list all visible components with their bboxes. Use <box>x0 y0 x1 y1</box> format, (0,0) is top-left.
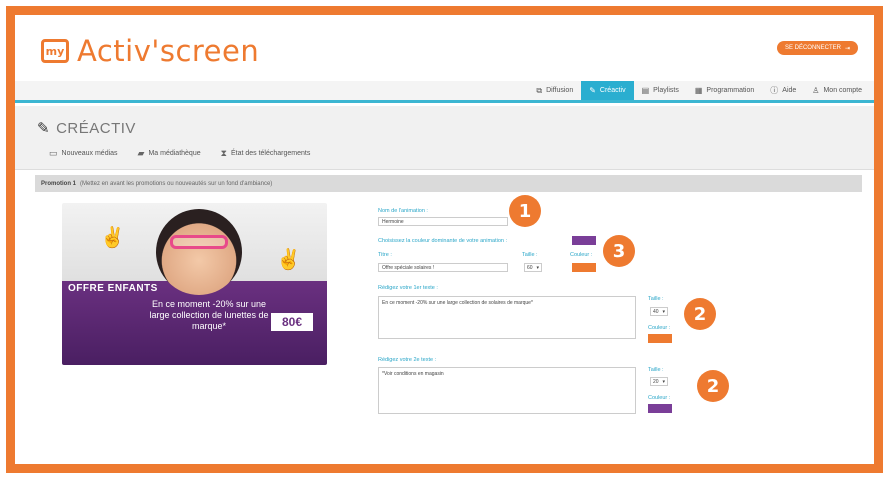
text1-color-swatch[interactable] <box>648 334 672 343</box>
title-label: Titre : <box>378 252 392 258</box>
text2-size-select[interactable]: 20 ▾ <box>650 377 668 386</box>
size-value: 40 <box>653 308 659 315</box>
page-title: ✎ CRÉACTIV <box>37 119 136 138</box>
promo-description: (Mettez en avant les promotions ou nouve… <box>80 180 273 187</box>
nav-item-playlists[interactable]: ▤ Playlists <box>634 81 687 100</box>
sub-nav: ▭ Nouveaux médias ▰ Ma médiathèque ⧗ Éta… <box>49 149 310 158</box>
page-title-text: CRÉACTIV <box>56 119 136 137</box>
monitor-icon: ▭ <box>49 148 58 158</box>
logout-label: SE DÉCONNECTER <box>784 45 841 51</box>
price-tag: 80€ <box>271 313 313 331</box>
name-label: Nom de l'animation : <box>378 208 428 214</box>
child-photo <box>156 209 242 295</box>
text1-textarea[interactable]: En ce moment -20% sur une large collecti… <box>378 296 636 339</box>
pencil-icon: ✎ <box>37 120 51 137</box>
nav-label: Aide <box>782 87 797 94</box>
user-icon: ♙ <box>812 85 820 95</box>
subnav-nouveaux-medias[interactable]: ▭ Nouveaux médias <box>49 149 118 158</box>
subnav-label: État des téléchargements <box>230 150 311 157</box>
subnav-label: Nouveaux médias <box>61 150 118 157</box>
playlist-icon: ▤ <box>641 85 650 95</box>
text1-label: Rédigez votre 1er texte : <box>378 285 438 291</box>
orange-frame: my Activ'screen SE DÉCONNECTER ⇥ ⧉ Diffu… <box>6 6 883 473</box>
nav-label: Mon compte <box>823 87 862 94</box>
nav-item-aide[interactable]: ⓘ Aide <box>762 81 804 100</box>
calendar-icon: ▦ <box>694 85 703 95</box>
brand-logo[interactable]: my Activ'screen <box>41 29 259 73</box>
offer-title: OFFRE ENFANTS <box>68 283 158 294</box>
folder-icon: ▰ <box>137 148 145 158</box>
promo-bar: Promotion 1 (Mettez en avant les promoti… <box>35 175 862 192</box>
size-label: Taille : <box>648 296 664 302</box>
peace-hand-icon: ✌ <box>100 227 125 249</box>
name-input[interactable]: Hermoine <box>378 217 508 226</box>
chevron-down-icon: ▾ <box>662 378 665 385</box>
diffusion-icon: ⧉ <box>536 85 543 95</box>
color-choice-label: Choisissez la couleur dominante de votre… <box>378 238 508 244</box>
dominant-color-swatch[interactable] <box>572 236 596 245</box>
nav-item-creactiv[interactable]: ✎ Créactiv <box>581 81 634 100</box>
chevron-down-icon: ▾ <box>536 264 539 271</box>
size-label: Taille : <box>648 367 664 373</box>
title-input[interactable]: Offre spéciale solaires ! <box>378 263 508 272</box>
main-nav: ⧉ Diffusion ✎ Créactiv ▤ Playlists ▦ Pro… <box>15 81 874 103</box>
step-badge-3: 3 <box>603 235 635 267</box>
color-label: Couleur : <box>570 252 593 258</box>
nav-label: Créactiv <box>599 87 626 94</box>
text2-label: Rédigez votre 2e texte : <box>378 357 437 363</box>
nav-label: Playlists <box>653 87 679 94</box>
pencil-icon: ✎ <box>589 85 596 95</box>
animation-preview: ✌ ✌ OFFRE ENFANTS En ce moment -20% sur … <box>62 203 327 365</box>
logout-button[interactable]: SE DÉCONNECTER ⇥ <box>776 41 858 55</box>
size-value: 60 <box>527 264 533 271</box>
text2-color-swatch[interactable] <box>648 404 672 413</box>
color-label: Couleur : <box>648 325 671 331</box>
logout-icon: ⇥ <box>844 45 850 52</box>
subnav-etat-telechargements[interactable]: ⧗ État des téléchargements <box>221 149 311 158</box>
text1-size-select[interactable]: 40 ▾ <box>650 307 668 316</box>
title-color-swatch[interactable] <box>572 263 596 272</box>
glasses-shape <box>170 235 228 249</box>
text2-textarea[interactable]: *Voir conditions en magasin <box>378 367 636 414</box>
size-label: Taille : <box>522 252 538 258</box>
chevron-down-icon: ▾ <box>662 308 665 315</box>
nav-label: Programmation <box>706 87 755 94</box>
help-icon: ⓘ <box>770 85 779 95</box>
subnav-label: Ma médiathèque <box>148 150 201 157</box>
step-badge-1: 1 <box>509 195 541 227</box>
color-label: Couleur : <box>648 395 671 401</box>
nav-item-mon-compte[interactable]: ♙ Mon compte <box>804 81 870 100</box>
section-header: ✎ CRÉACTIV ▭ Nouveaux médias ▰ Ma médiat… <box>15 106 874 170</box>
nav-item-programmation[interactable]: ▦ Programmation <box>687 81 762 100</box>
offer-text: En ce moment -20% sur une large collecti… <box>149 299 269 331</box>
logo-icon: my <box>41 39 69 63</box>
title-size-select[interactable]: 60 ▾ <box>524 263 542 272</box>
nav-item-diffusion[interactable]: ⧉ Diffusion <box>528 81 581 100</box>
promo-title: Promotion 1 <box>41 180 77 187</box>
subnav-ma-mediatheque[interactable]: ▰ Ma médiathèque <box>138 149 201 158</box>
animation-form: Nom de l'animation : Hermoine Choisissez… <box>372 205 702 435</box>
nav-label: Diffusion <box>546 87 574 94</box>
step-badge-2: 2 <box>684 298 716 330</box>
peace-hand-icon: ✌ <box>276 249 301 271</box>
step-badge-2: 2 <box>697 370 729 402</box>
hourglass-icon: ⧗ <box>220 148 227 158</box>
size-value: 20 <box>653 378 659 385</box>
brand-name: Activ'screen <box>77 34 260 68</box>
